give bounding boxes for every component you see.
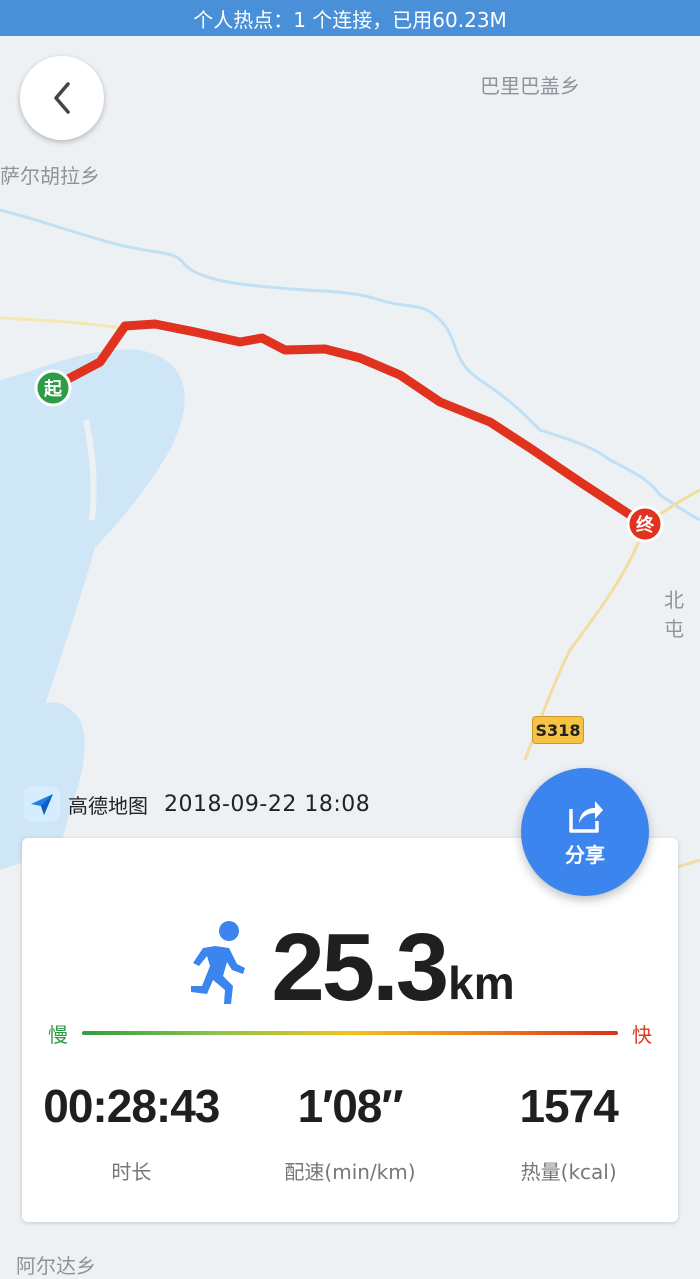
stat-duration-value: 00:28:43: [43, 1080, 220, 1132]
map-label-bottom-town: 阿尔达乡: [16, 1254, 96, 1278]
record-datetime: 2018-09-22 18:08: [164, 791, 371, 817]
road-badge-text: S318: [535, 720, 581, 740]
share-button[interactable]: 分享: [521, 768, 649, 896]
speed-slow-label: 慢: [48, 1022, 68, 1047]
stat-calories: 1574 热量(kcal): [469, 1076, 669, 1196]
share-label: 分享: [565, 842, 605, 867]
stat-pace-label: 配速(min/km): [284, 1160, 416, 1184]
stat-calories-label: 热量(kcal): [520, 1160, 617, 1184]
share-icon: [569, 800, 603, 833]
chevron-left-icon: [54, 82, 70, 114]
distance-unit: km: [448, 957, 515, 1009]
map-label-top-town: 巴里巴盖乡: [480, 74, 580, 98]
distance-row: 25.3 km: [22, 896, 678, 1016]
brand-name: 高德地图: [68, 793, 148, 818]
stat-duration: 00:28:43 时长: [31, 1076, 231, 1196]
stat-pace: 1′08″ 配速(min/km): [250, 1076, 450, 1196]
stat-calories-value: 1574: [519, 1080, 618, 1132]
distance-value: 25.3: [271, 914, 449, 1021]
stats-row: 00:28:43 时长 1′08″ 配速(min/km) 1574 热量(kca…: [22, 1076, 678, 1196]
stat-duration-label: 时长: [111, 1160, 152, 1184]
speed-legend: 慢 快: [48, 1018, 652, 1048]
map-label-left-town: 萨尔胡拉乡: [0, 164, 100, 188]
amap-logo-icon: [24, 786, 60, 822]
end-marker-label: 终: [636, 514, 655, 536]
brand-row: 高德地图 2018-09-22 18:08: [24, 786, 370, 822]
hotspot-status-text: 个人热点：1 个连接，已用60.23M: [193, 7, 507, 32]
road-badge: S318: [532, 716, 584, 744]
status-bar: 个人热点：1 个连接，已用60.23M: [0, 0, 700, 36]
map-label-right-town: 北屯: [664, 588, 684, 641]
speed-fast-label: 快: [632, 1022, 652, 1047]
runner-icon: [191, 921, 246, 1004]
speed-gradient-bar: [82, 1031, 618, 1035]
start-marker-label: 起: [43, 378, 63, 400]
stat-pace-value: 1′08″: [297, 1080, 404, 1132]
road-north: [0, 316, 121, 330]
back-button[interactable]: [20, 56, 104, 140]
